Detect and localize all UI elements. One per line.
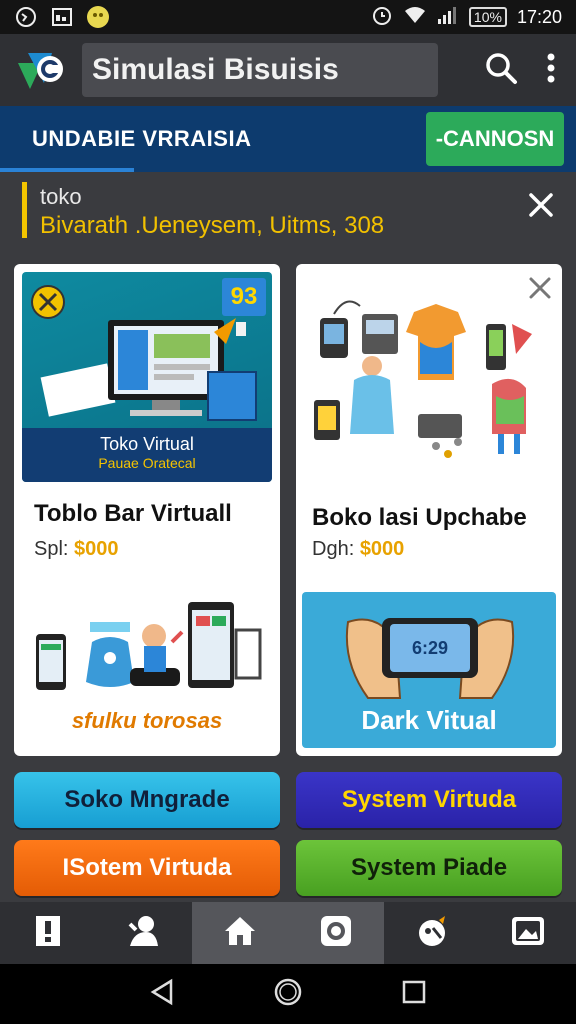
battery-indicator: 10% (468, 7, 507, 27)
more-options-icon[interactable] (546, 52, 556, 89)
notice-text: Bivarath .Ueneysem, Uitms, 308 (40, 212, 385, 239)
search-icon[interactable] (484, 51, 518, 90)
card-title: Toblo Bar Virtuall (34, 500, 232, 527)
price-value: $000 (74, 538, 119, 560)
camera-icon (319, 914, 353, 953)
hands-phone-icon: 6:29 (345, 618, 515, 699)
price-value: $000 (359, 538, 405, 560)
home-nav-icon[interactable] (273, 977, 303, 1012)
user-icon (126, 914, 162, 953)
product-card-virtual-store[interactable]: 93 Toko Virtual Pauae Oratecal Toblo Bar… (14, 264, 280, 756)
notice: toko Bivarath .Ueneysem, Uitms, 308 (22, 182, 562, 242)
system-piade-button[interactable]: System Piade (296, 840, 562, 896)
notice-heading: toko (40, 184, 82, 209)
hero-caption-subtitle: Pauae Oratecal (98, 455, 196, 471)
tab-home[interactable] (192, 902, 288, 964)
system-virtual-button[interactable]: System Virtuda (296, 772, 562, 828)
phone-time: 6:29 (412, 638, 448, 658)
bottom-tab-bar (0, 902, 576, 964)
banner-text: UNDABIE VRRAISIA (32, 126, 252, 151)
close-icon[interactable] (526, 190, 556, 220)
photo-icon (510, 915, 546, 952)
card-title: Boko lasi Upchabe (312, 504, 527, 531)
home-icon (223, 915, 257, 952)
reminder-icon (14, 5, 38, 29)
hero-caption: Toko Virtual Pauae Oratecal (22, 428, 272, 482)
devices-illustration-icon (36, 602, 262, 690)
signal-icon (437, 5, 459, 30)
notification-icon (86, 5, 110, 29)
system-navigation-bar (0, 964, 576, 1024)
rocket-icon (415, 914, 449, 953)
price-label: Dgh: (312, 538, 355, 560)
panel-label: Dark Vitual (361, 705, 497, 735)
banner-action-button[interactable]: -CANNOSN (426, 112, 564, 166)
app-logo-icon (14, 45, 70, 95)
product-card-upgrade[interactable]: Boko lasi Upchabe Dgh: $000 6:29 Dark Vi… (296, 264, 562, 756)
back-icon[interactable] (149, 978, 175, 1011)
card-price: Spl: $000 (34, 538, 119, 561)
app-bar: Simulasi Bisuisis (0, 34, 576, 106)
upgrade-button[interactable]: Soko Mngrade (14, 772, 280, 828)
tab-launch[interactable] (384, 902, 480, 964)
wifi-icon (403, 5, 427, 30)
clock: 17:20 (516, 6, 562, 27)
status-bar: 10% 17:20 (0, 0, 576, 34)
tab-profile[interactable] (96, 902, 192, 964)
promo-text: sfulku torosas (71, 708, 223, 733)
tab-alerts[interactable] (0, 902, 96, 964)
score-badge: 93 (222, 278, 266, 316)
tab-camera[interactable] (288, 902, 384, 964)
alert-icon (34, 914, 62, 953)
notice-accent (22, 182, 27, 238)
calendar-icon (50, 5, 74, 29)
banner-underline (0, 168, 134, 172)
phone-panel: 6:29 Dark Vitual (302, 592, 556, 748)
price-label: Spl: (34, 538, 69, 560)
app-title: Simulasi Bisuisis (82, 43, 438, 97)
banner: UNDABIE VRRAISIA -CANNOSN (0, 106, 576, 172)
close-icon[interactable] (528, 276, 552, 300)
card-price: Dgh: $000 (312, 538, 404, 561)
hero-caption-title: Toko Virtual (100, 434, 194, 454)
alarm-icon (371, 4, 393, 31)
recents-icon[interactable] (401, 979, 427, 1010)
isotem-virtual-button[interactable]: ISotem Virtuda (14, 840, 280, 896)
tab-gallery[interactable] (480, 902, 576, 964)
hero-image: 93 Toko Virtual Pauae Oratecal (22, 272, 272, 482)
shopping-items-illustration-icon (314, 300, 532, 458)
